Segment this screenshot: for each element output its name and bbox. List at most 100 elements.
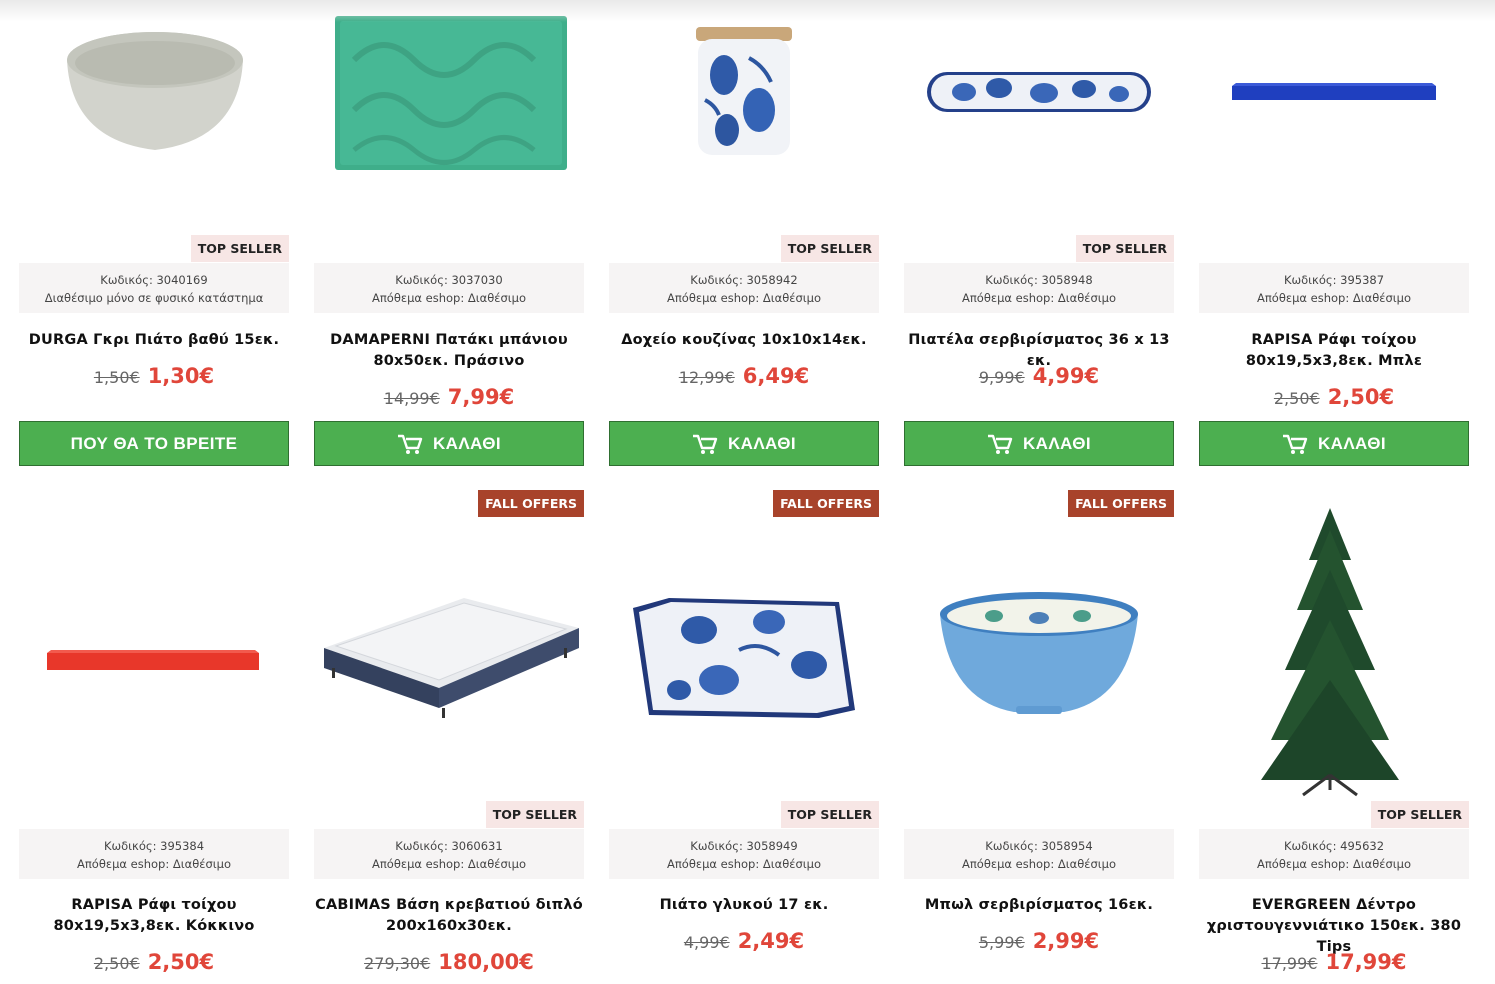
- button-label: ΚΑΛΑΘΙ: [727, 433, 797, 453]
- cart-icon: [987, 434, 1013, 454]
- product-card[interactable]: TOP SELLER Κωδικός: 3058948 Απόθεμα esho…: [904, 0, 1174, 470]
- product-title[interactable]: DAMAPERNI Πατάκι μπάνιου 80x50εκ. Πράσιν…: [314, 330, 584, 372]
- new-price: 2,99€: [1032, 929, 1100, 953]
- product-title[interactable]: EVERGREEN Δέντρο χριστουγεννιάτικο 150εκ…: [1199, 895, 1469, 958]
- new-price: 180,00€: [438, 950, 534, 974]
- grey-bowl-image: [67, 32, 243, 150]
- button-label: ΚΑΛΑΘΙ: [1022, 433, 1092, 453]
- new-price: 4,99€: [1032, 364, 1100, 388]
- button-label: ΚΑΛΑΘΙ: [432, 433, 502, 453]
- product-title-line[interactable]: 80x19,5x3,8εκ. Κόκκινο: [19, 916, 289, 937]
- old-price: 12,99€: [678, 368, 735, 387]
- cart-icon: [1282, 434, 1308, 454]
- product-title[interactable]: RAPISA Ράφι τοίχου 80x19,5x3,8εκ. Μπλε: [1199, 330, 1469, 372]
- product-card[interactable]: FALL OFFERS TOP SELLER Κωδικός: 3058949 …: [609, 490, 879, 984]
- product-title-line[interactable]: RAPISA Ράφι τοίχου: [19, 895, 289, 916]
- product-title-line[interactable]: DURGA Γκρι Πιάτο βαθύ 15εκ.: [19, 330, 289, 351]
- add-to-cart-button[interactable]: ΚΑΛΑΘΙ: [904, 421, 1174, 466]
- product-image[interactable]: [904, 0, 1174, 230]
- product-prices: 9,99€ 4,99€: [904, 364, 1174, 394]
- product-title-line[interactable]: Δοχείο κουζίνας 10x10x14εκ.: [609, 330, 879, 351]
- add-to-cart-button[interactable]: ΚΑΛΑΘΙ: [609, 421, 879, 466]
- product-info: Κωδικός: 395384 Απόθεμα eshop: Διαθέσιμο: [19, 829, 289, 879]
- product-title[interactable]: DURGA Γκρι Πιάτο βαθύ 15εκ.: [19, 330, 289, 351]
- product-code: Κωδικός: 495632: [1283, 839, 1385, 853]
- product-image[interactable]: [314, 490, 584, 800]
- green-bath-mat-image: [335, 16, 567, 170]
- product-image[interactable]: [19, 0, 289, 230]
- add-to-cart-button[interactable]: ΚΑΛΑΘΙ: [1199, 421, 1469, 466]
- product-title-line[interactable]: CABIMAS Βάση κρεβατιού διπλό: [314, 895, 584, 916]
- new-price: 2,50€: [1327, 385, 1395, 409]
- product-title-line[interactable]: 200x160x30εκ.: [314, 916, 584, 937]
- product-code: Κωδικός: 3040169: [100, 273, 208, 287]
- fall-offers-badge: FALL OFFERS: [478, 490, 584, 517]
- product-image[interactable]: [314, 0, 584, 230]
- cart-icon: [397, 434, 423, 454]
- old-price: 279,30€: [364, 954, 431, 973]
- product-image[interactable]: [609, 490, 879, 800]
- product-image[interactable]: [1199, 0, 1469, 230]
- product-info: Κωδικός: 3058942 Απόθεμα eshop: Διαθέσιμ…: [609, 263, 879, 313]
- product-card[interactable]: Κωδικός: 3037030 Απόθεμα eshop: Διαθέσιμ…: [314, 0, 584, 470]
- blue-lemon-platter-image: [927, 72, 1151, 112]
- stock-status: Απόθεμα eshop: Διαθέσιμο: [77, 857, 231, 871]
- stock-status: Απόθεμα eshop: Διαθέσιμο: [372, 857, 526, 871]
- product-card[interactable]: TOP SELLER Κωδικός: 3040169 Διαθέσιμο μό…: [19, 0, 289, 470]
- product-card[interactable]: TOP SELLER Κωδικός: 495632 Απόθεμα eshop…: [1199, 490, 1469, 984]
- old-price: 17,99€: [1261, 954, 1318, 973]
- product-info: Κωδικός: 3060631 Απόθεμα eshop: Διαθέσιμ…: [314, 829, 584, 879]
- top-seller-badge: TOP SELLER: [780, 801, 879, 828]
- fall-offers-badge: FALL OFFERS: [773, 490, 879, 517]
- product-prices: 4,99€ 2,49€: [609, 929, 879, 959]
- product-code: Κωδικός: 3037030: [395, 273, 503, 287]
- new-price: 6,49€: [742, 364, 810, 388]
- product-title[interactable]: Μπωλ σερβιρίσματος 16εκ.: [904, 895, 1174, 916]
- product-info: Κωδικός: 3040169 Διαθέσιμο μόνο σε φυσικ…: [19, 263, 289, 313]
- product-info: Κωδικός: 3058949 Απόθεμα eshop: Διαθέσιμ…: [609, 829, 879, 879]
- product-card[interactable]: FALL OFFERS TOP SELLER Κωδικός: 3060631 …: [314, 490, 584, 984]
- product-title-line[interactable]: Μπωλ σερβιρίσματος 16εκ.: [904, 895, 1174, 916]
- product-info: Κωδικός: 3058948 Απόθεμα eshop: Διαθέσιμ…: [904, 263, 1174, 313]
- stock-status: Απόθεμα eshop: Διαθέσιμο: [1257, 291, 1411, 305]
- product-code: Κωδικός: 3060631: [395, 839, 503, 853]
- bed-base-image: [324, 598, 579, 718]
- new-price: 7,99€: [447, 385, 515, 409]
- product-title[interactable]: RAPISA Ράφι τοίχου 80x19,5x3,8εκ. Κόκκιν…: [19, 895, 289, 937]
- product-card[interactable]: Κωδικός: 395384 Απόθεμα eshop: Διαθέσιμο…: [19, 490, 289, 984]
- product-code: Κωδικός: 3058954: [985, 839, 1093, 853]
- header-shadow: [0, 0, 1495, 22]
- product-title-line[interactable]: DAMAPERNI Πατάκι μπάνιου: [314, 330, 584, 351]
- product-title-line[interactable]: 80x19,5x3,8εκ. Μπλε: [1199, 351, 1469, 372]
- product-card[interactable]: Κωδικός: 395387 Απόθεμα eshop: Διαθέσιμο…: [1199, 0, 1469, 470]
- product-code: Κωδικός: 395384: [103, 839, 205, 853]
- product-image[interactable]: [19, 490, 289, 800]
- top-seller-badge: TOP SELLER: [190, 235, 289, 262]
- product-card[interactable]: FALL OFFERS Κωδικός: 3058954 Απόθεμα esh…: [904, 490, 1174, 984]
- add-to-cart-button[interactable]: ΚΑΛΑΘΙ: [314, 421, 584, 466]
- product-prices: 17,99€ 17,99€: [1199, 950, 1469, 980]
- product-prices: 14,99€ 7,99€: [314, 385, 584, 415]
- button-label: ΠΟΥ ΘΑ ΤΟ ΒΡΕΙΤΕ: [70, 433, 238, 453]
- product-image[interactable]: [609, 0, 879, 230]
- old-price: 1,50€: [93, 368, 140, 387]
- where-to-find-button[interactable]: ΠΟΥ ΘΑ ΤΟ ΒΡΕΙΤΕ: [19, 421, 289, 466]
- product-title-line[interactable]: EVERGREEN Δέντρο: [1199, 895, 1469, 916]
- stock-status: Απόθεμα eshop: Διαθέσιμο: [962, 857, 1116, 871]
- product-image[interactable]: [1199, 490, 1469, 800]
- product-prices: 2,50€ 2,50€: [19, 950, 289, 980]
- blue-lemon-canister-image: [696, 27, 792, 155]
- product-info: Κωδικός: 395387 Απόθεμα eshop: Διαθέσιμο: [1199, 263, 1469, 313]
- product-card[interactable]: TOP SELLER Κωδικός: 3058942 Απόθεμα esho…: [609, 0, 879, 470]
- product-title[interactable]: Δοχείο κουζίνας 10x10x14εκ.: [609, 330, 879, 351]
- product-image[interactable]: [904, 490, 1174, 800]
- old-price: 4,99€: [683, 933, 730, 952]
- top-seller-badge: TOP SELLER: [1075, 235, 1174, 262]
- product-title-line[interactable]: RAPISA Ράφι τοίχου: [1199, 330, 1469, 351]
- stock-status: Απόθεμα eshop: Διαθέσιμο: [667, 857, 821, 871]
- product-title[interactable]: CABIMAS Βάση κρεβατιού διπλό 200x160x30ε…: [314, 895, 584, 937]
- blue-fish-bowl-image: [940, 592, 1138, 714]
- product-title-line[interactable]: 80x50εκ. Πράσινο: [314, 351, 584, 372]
- product-title-line[interactable]: Πιάτο γλυκού 17 εκ.: [609, 895, 879, 916]
- product-title[interactable]: Πιάτο γλυκού 17 εκ.: [609, 895, 879, 916]
